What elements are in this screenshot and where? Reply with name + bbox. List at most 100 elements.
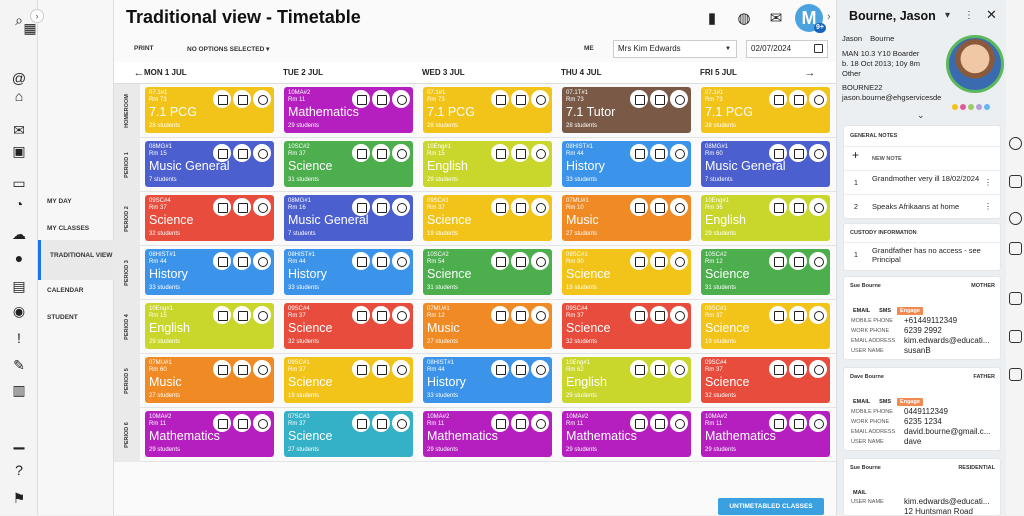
- class-card[interactable]: 07MU#1 Rm 60 Music 27 students: [145, 357, 274, 403]
- at-icon[interactable]: [809, 90, 827, 108]
- engage-button[interactable]: Engage: [897, 307, 923, 315]
- at-icon[interactable]: [392, 306, 410, 324]
- class-card[interactable]: 10MA#2 Rm 11 Mathematics 29 students: [562, 411, 691, 457]
- gradebook-icon[interactable]: [511, 414, 529, 432]
- notebook-icon[interactable]: [769, 414, 787, 432]
- gradebook-icon[interactable]: [789, 414, 807, 432]
- at-icon[interactable]: [392, 360, 410, 378]
- class-card[interactable]: 09SC#4 Rm 37 Science 32 students: [701, 357, 830, 403]
- class-card[interactable]: 09SC#1 Rm 37 Science 19 students: [284, 357, 413, 403]
- class-card[interactable]: 07.1#1 Rm 73 7.1 PCG 28 students: [423, 87, 552, 133]
- gradebook-icon[interactable]: [233, 252, 251, 270]
- presentation-icon[interactable]: ▣: [11, 143, 27, 159]
- at-icon[interactable]: [809, 306, 827, 324]
- notebook-icon[interactable]: [491, 198, 509, 216]
- mail-icon[interactable]: ✉: [11, 122, 27, 138]
- gradebook-icon[interactable]: [650, 306, 668, 324]
- print-button[interactable]: PRINT: [134, 45, 154, 52]
- at-icon[interactable]: [809, 414, 827, 432]
- at-icon[interactable]: [531, 306, 549, 324]
- class-card[interactable]: 10Eng#1 Rm 15 English 29 students: [423, 141, 552, 187]
- more-icon[interactable]: ⋮: [984, 202, 992, 211]
- class-card[interactable]: 07.1#1 Rm 73 7.1 PCG 28 students: [145, 87, 274, 133]
- email-button[interactable]: EMAIL: [850, 307, 873, 315]
- book-icon[interactable]: ▥: [11, 382, 27, 398]
- mail-icon[interactable]: ✉: [763, 6, 789, 32]
- class-card[interactable]: 10Eng#1 Rm 62 English 29 students: [562, 357, 691, 403]
- gradebook-icon[interactable]: [233, 360, 251, 378]
- wrench-icon[interactable]: ✎: [11, 357, 27, 373]
- chevron-down-icon[interactable]: ⌄: [917, 110, 925, 121]
- gradebook-icon[interactable]: [372, 306, 390, 324]
- at-icon[interactable]: [531, 90, 549, 108]
- class-card[interactable]: 07MU#1 Rm 12 Music 27 students: [423, 303, 552, 349]
- class-card[interactable]: 08MG#1 Rm 16 Music General 7 students: [284, 195, 413, 241]
- notebook-icon[interactable]: [769, 252, 787, 270]
- gradebook-icon[interactable]: [789, 360, 807, 378]
- at-icon[interactable]: [392, 414, 410, 432]
- at-icon[interactable]: [809, 198, 827, 216]
- chevron-right-icon[interactable]: ›: [827, 11, 831, 23]
- gradebook-icon[interactable]: [372, 252, 390, 270]
- at-icon[interactable]: [392, 198, 410, 216]
- notebook-icon[interactable]: [213, 90, 231, 108]
- notebook-icon[interactable]: [491, 306, 509, 324]
- class-card[interactable]: 07SC#3 Rm 37 Science 27 students: [284, 411, 413, 457]
- notebook-icon[interactable]: [213, 198, 231, 216]
- at-icon[interactable]: [809, 252, 827, 270]
- at-icon[interactable]: [531, 252, 549, 270]
- notebook-icon[interactable]: [352, 306, 370, 324]
- notebook-icon[interactable]: [630, 90, 648, 108]
- class-card[interactable]: 10SC#2 Rm 54 Science 31 students: [423, 249, 552, 295]
- gradebook-icon[interactable]: [650, 144, 668, 162]
- more-icon[interactable]: ⋮: [964, 10, 974, 21]
- at-icon[interactable]: [253, 198, 271, 216]
- next-week-button[interactable]: →: [803, 66, 817, 80]
- gradebook-icon[interactable]: [372, 198, 390, 216]
- at-icon[interactable]: [531, 198, 549, 216]
- class-card[interactable]: 07MU#1 Rm 10 Music 27 students: [562, 195, 691, 241]
- report-icon[interactable]: ▤: [11, 278, 27, 294]
- flag-icon[interactable]: ⚑: [11, 490, 27, 506]
- at-icon[interactable]: [670, 90, 688, 108]
- book-icon[interactable]: [1009, 330, 1022, 343]
- notebook-icon[interactable]: [352, 414, 370, 432]
- notebook-icon[interactable]: [352, 144, 370, 162]
- gradebook-icon[interactable]: [511, 90, 529, 108]
- bar-chart-icon[interactable]: ▁: [11, 433, 27, 449]
- chart-pie-icon[interactable]: ◔: [11, 196, 27, 212]
- class-card[interactable]: 08MG#1 Rm 60 Music General 7 students: [701, 141, 830, 187]
- at-icon[interactable]: [253, 360, 271, 378]
- notebook-icon[interactable]: [352, 360, 370, 378]
- gradebook-icon[interactable]: [233, 144, 251, 162]
- gradebook-icon[interactable]: [650, 414, 668, 432]
- id-card-icon[interactable]: [1009, 292, 1022, 305]
- gradebook-icon[interactable]: [650, 198, 668, 216]
- globe-icon[interactable]: ◍: [731, 6, 757, 32]
- new-note-button[interactable]: + NEW NOTE: [844, 146, 1000, 170]
- class-card[interactable]: 07.1#1 Rm 73 7.1 PCG 28 students: [701, 87, 830, 133]
- notebook-icon[interactable]: [213, 252, 231, 270]
- untimetabled-classes-button[interactable]: UNTIMETABLED CLASSES: [718, 498, 824, 515]
- sms-button[interactable]: SMS: [876, 307, 894, 315]
- notebook-icon[interactable]: [213, 414, 231, 432]
- chevron-down-icon[interactable]: ▾: [945, 10, 950, 21]
- gradebook-icon[interactable]: [233, 414, 251, 432]
- teacher-select[interactable]: Mrs Kim Edwards ▼: [613, 40, 737, 58]
- nav-traditional-view[interactable]: TRADITIONAL VIEW: [38, 240, 114, 280]
- class-card[interactable]: 10Eng#1 Rm 15 English 29 students: [145, 303, 274, 349]
- chat-icon[interactable]: ☁: [11, 226, 27, 242]
- class-card[interactable]: 10Eng#1 Rm 36 English 29 students: [701, 195, 830, 241]
- at-icon[interactable]: [670, 360, 688, 378]
- gradebook-icon[interactable]: [650, 252, 668, 270]
- notebook-icon[interactable]: [769, 306, 787, 324]
- nav-my-day[interactable]: MY DAY: [47, 198, 72, 206]
- class-card[interactable]: 09SC#4 Rm 37 Science 32 students: [145, 195, 274, 241]
- engage-button[interactable]: Engage: [897, 398, 923, 406]
- notebook-icon[interactable]: [769, 360, 787, 378]
- class-card[interactable]: 09SC#1 Rm 37 Science 19 students: [701, 303, 830, 349]
- notebook-icon[interactable]: [352, 252, 370, 270]
- gradebook-icon[interactable]: [233, 198, 251, 216]
- notebook-icon[interactable]: [769, 198, 787, 216]
- notebook-icon[interactable]: [213, 306, 231, 324]
